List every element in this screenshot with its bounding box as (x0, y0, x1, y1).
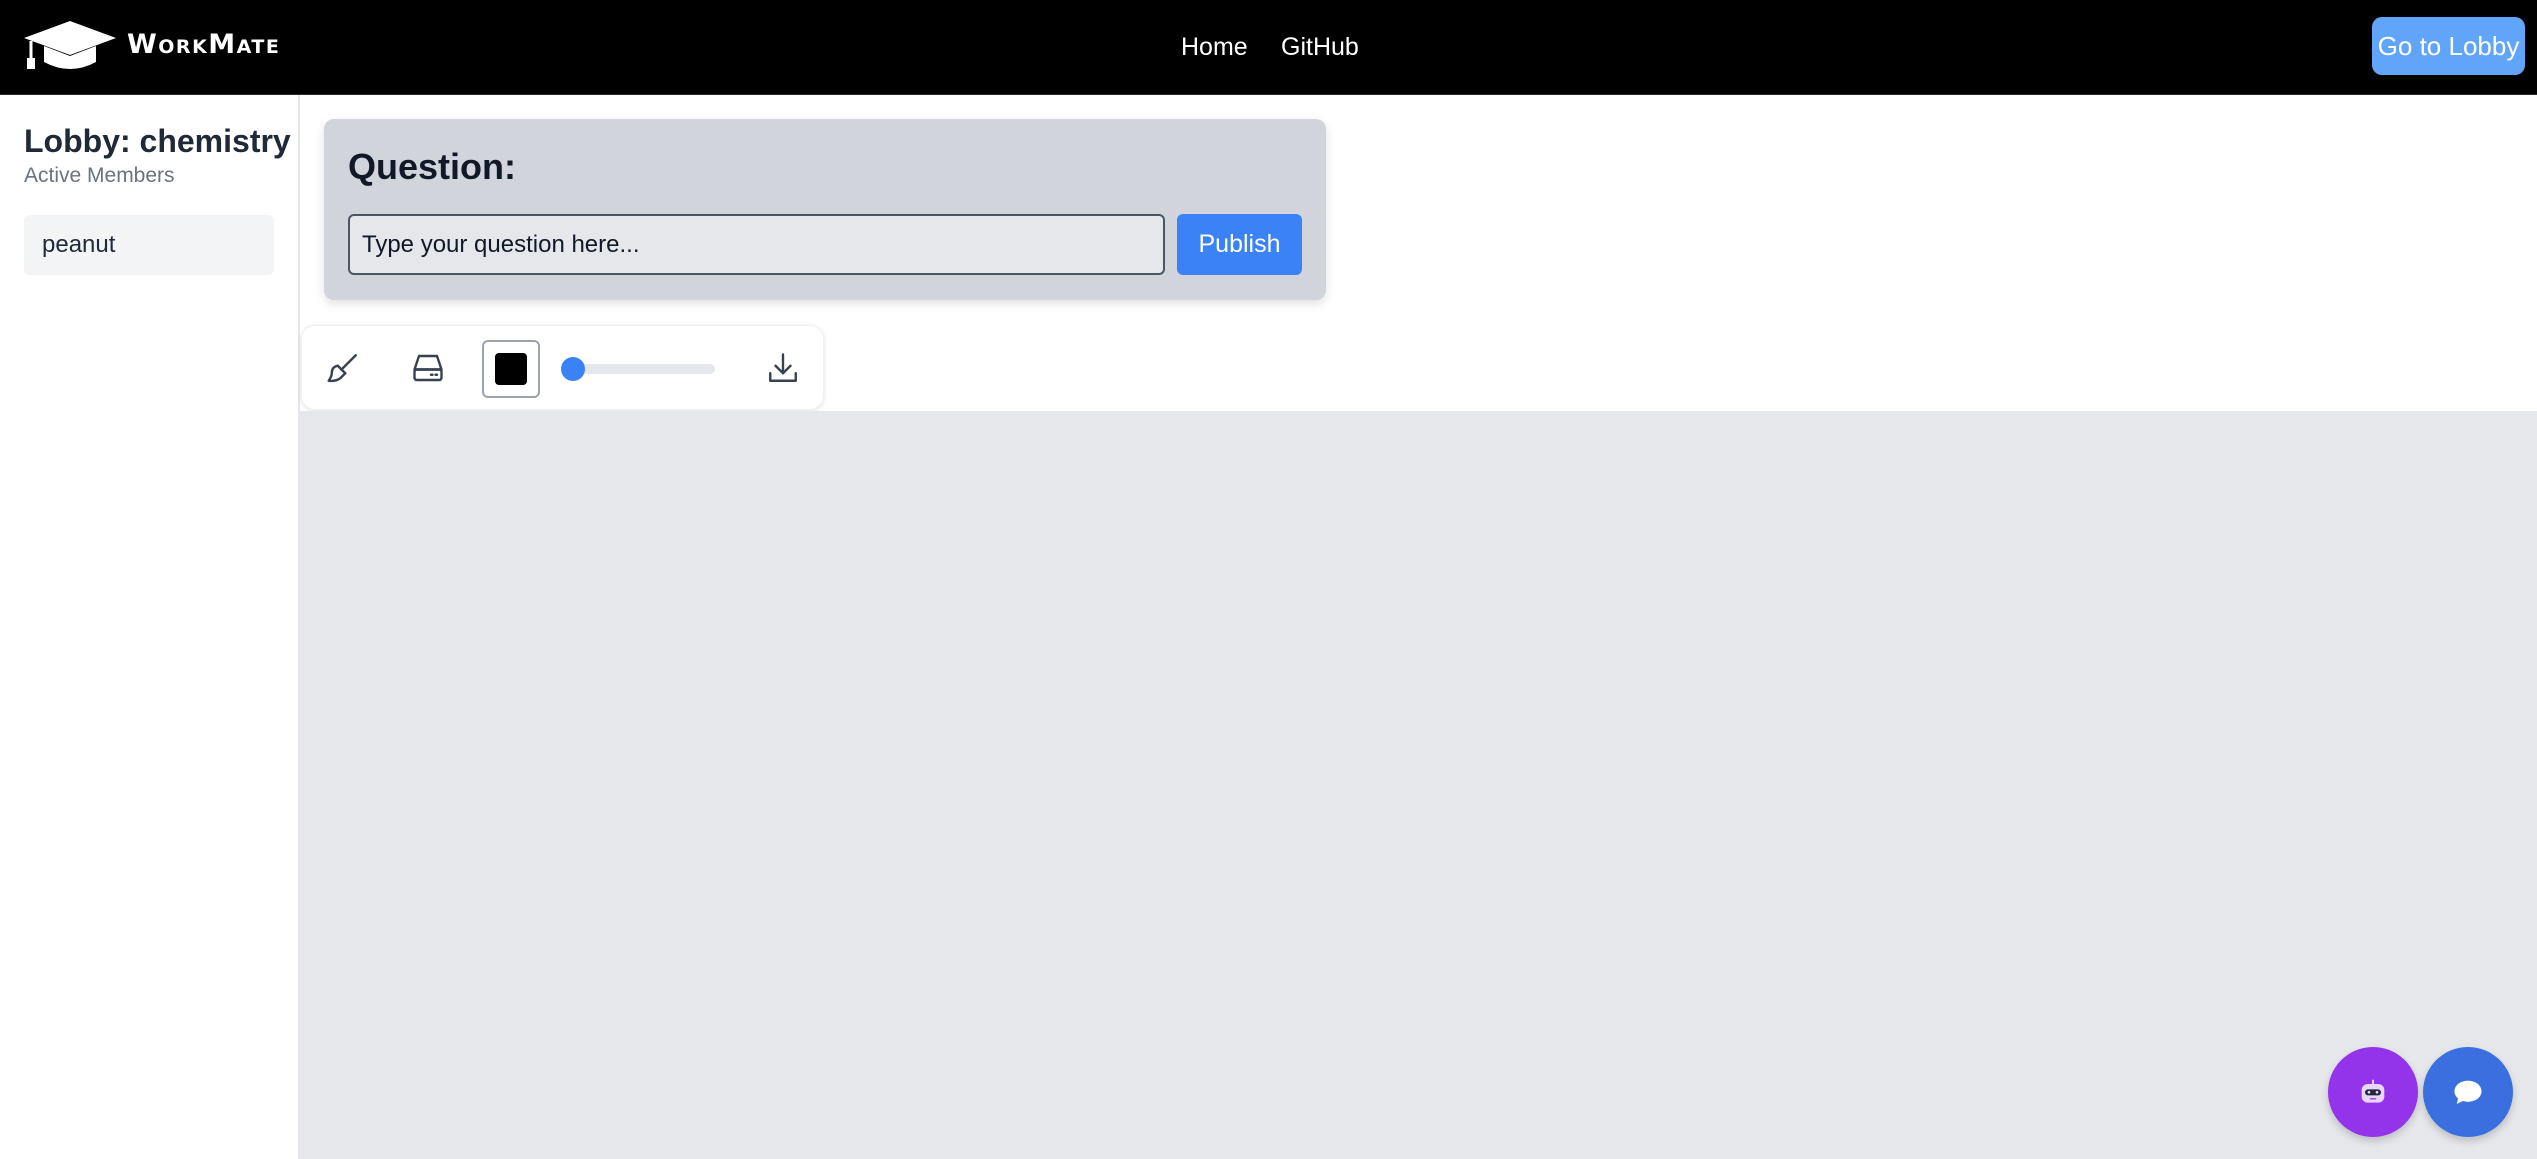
brand-name[interactable]: WorkMate (127, 28, 280, 62)
nav-link-github[interactable]: GitHub (1281, 28, 1359, 66)
selected-color-swatch (495, 353, 527, 385)
chat-bubble-icon (2454, 1080, 2482, 1104)
eraser-tool-button[interactable] (406, 346, 450, 390)
top-navbar: WorkMate Home GitHub Go to Lobby (0, 0, 2537, 95)
question-label: Question: (348, 146, 516, 187)
robot-icon (2361, 1079, 2385, 1103)
brush-tool-button[interactable] (321, 346, 365, 390)
lobby-title: Lobby: chemistry (24, 123, 291, 159)
ai-assistant-button[interactable] (2328, 1047, 2418, 1137)
color-picker[interactable] (482, 340, 540, 398)
active-members-label: Active Members (24, 164, 175, 187)
brush-size-slider[interactable] (560, 357, 715, 381)
drawing-canvas[interactable] (300, 411, 2537, 1159)
graduation-cap-icon[interactable] (22, 18, 118, 74)
chat-button[interactable] (2423, 1047, 2513, 1137)
brush-size-slider-thumb[interactable] (560, 357, 585, 381)
question-input[interactable] (348, 214, 1165, 275)
members-sidebar: Lobby: chemistry Active Members peanut (0, 95, 300, 1159)
go-to-lobby-button[interactable]: Go to Lobby (2372, 17, 2525, 75)
download-icon (769, 353, 797, 382)
nav-link-home[interactable]: Home (1181, 28, 1248, 66)
member-list-item: peanut (24, 215, 274, 275)
eraser-icon (413, 354, 443, 382)
drawing-toolbar (301, 325, 824, 410)
publish-button[interactable]: Publish (1177, 214, 1302, 275)
download-button[interactable] (761, 346, 805, 390)
question-panel: Question: Publish (324, 119, 1326, 300)
paintbrush-icon (327, 354, 357, 383)
